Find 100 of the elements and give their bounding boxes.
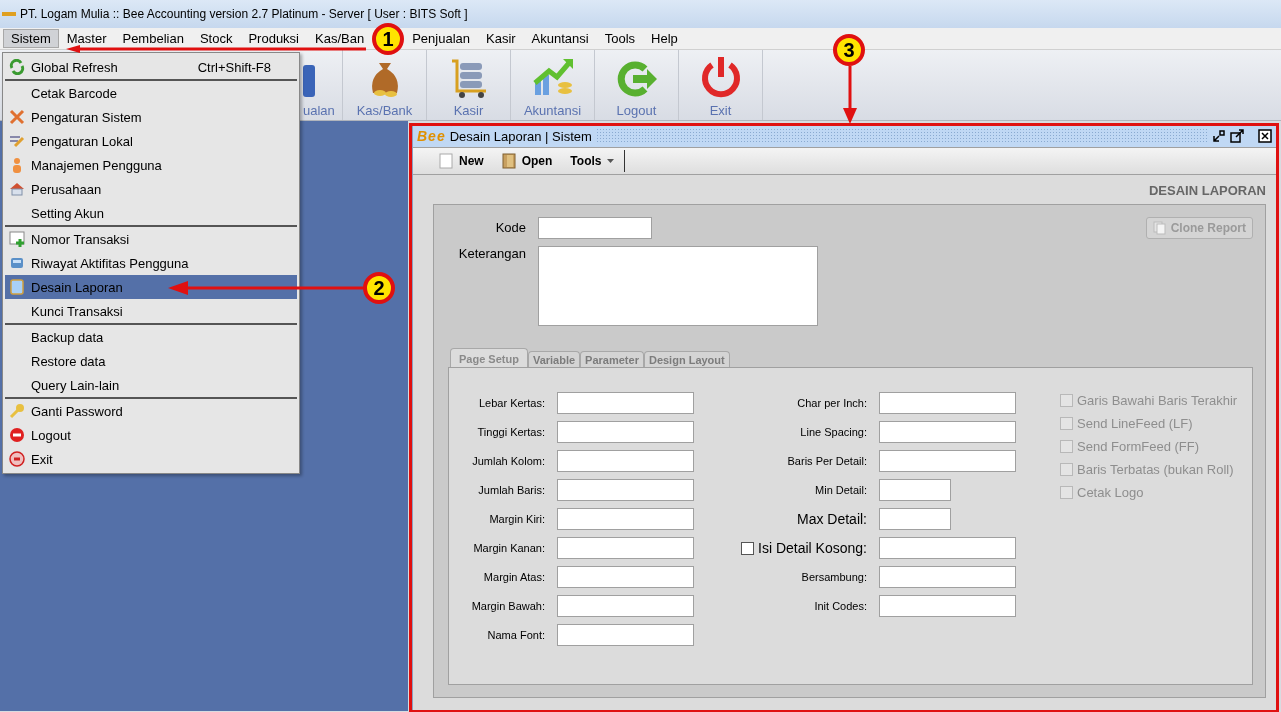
option-label: Garis Bawahi Baris Terakhir	[1077, 392, 1238, 408]
option-label: Baris Terbatas (bukan Roll)	[1077, 461, 1234, 477]
field-label: Margin Bawah:	[471, 600, 545, 612]
toolbar-button[interactable]: Tools	[562, 150, 626, 172]
field-label: Margin Kanan:	[473, 542, 545, 554]
number-callout: 3	[832, 33, 866, 67]
menu-item[interactable]: Logout	[5, 423, 297, 447]
no-entry-icon	[9, 427, 25, 443]
input-field[interactable]	[557, 450, 694, 472]
maximize-icon[interactable]	[1230, 129, 1244, 143]
input-field[interactable]	[879, 421, 1016, 443]
menu-item[interactable]: Setting Akun	[5, 201, 297, 227]
menu-item[interactable]: Ganti Password	[5, 399, 297, 423]
menu-item[interactable]: Riwayat Aktifitas Pengguna	[5, 251, 297, 275]
door-icon	[501, 153, 516, 169]
option-label: Send FormFeed (FF)	[1077, 438, 1200, 454]
menu-item[interactable]: Desain Laporan	[5, 275, 297, 299]
menu-item[interactable]: Nomor Transaksi	[5, 227, 297, 251]
menu-item[interactable]: Penjualan	[404, 29, 478, 48]
field-label: Min Detail:	[815, 484, 867, 496]
toolbar-button[interactable]: Open	[493, 153, 563, 169]
input-field[interactable]	[879, 508, 951, 530]
field-label: Bersambung:	[801, 571, 867, 583]
input-field[interactable]	[557, 595, 694, 617]
toolbar-button[interactable]: Kas/Bank	[343, 50, 427, 120]
field-label: Isi Detail Kosong:	[758, 540, 867, 556]
menu-item[interactable]: Query Lain-lain	[5, 373, 297, 399]
input-field[interactable]	[557, 624, 694, 646]
input-field[interactable]	[557, 537, 694, 559]
field-label: Kode	[495, 219, 526, 235]
input-field[interactable]	[879, 479, 951, 501]
menu-item[interactable]: Perusahaan	[5, 177, 297, 201]
menu-item[interactable]: Tools	[596, 29, 644, 48]
menu-item[interactable]: Kas/Ban	[307, 29, 373, 48]
field-label: Line Spacing:	[800, 426, 867, 438]
toolbar-button[interactable]: Akuntansi	[511, 50, 595, 120]
menu-item[interactable]: Akuntansi	[523, 29, 597, 48]
toolbar-button[interactable]: New	[431, 153, 494, 169]
house-icon	[9, 181, 25, 197]
app-icon	[2, 10, 16, 18]
menu-item[interactable]: Master	[58, 29, 115, 48]
close-icon[interactable]	[1258, 129, 1272, 143]
input-field[interactable]	[879, 450, 1016, 472]
menu-item[interactable]: Produksi	[240, 29, 307, 48]
copy-icon	[1152, 221, 1167, 235]
field-label: Jumlah Kolom:	[472, 455, 545, 467]
field-label: Baris Per Detail:	[787, 455, 867, 467]
field-label: Max Detail:	[796, 511, 867, 527]
toolbar-button[interactable]: ualan	[303, 50, 343, 120]
menu-item[interactable]: Manajemen Pengguna	[5, 153, 297, 177]
menu-item[interactable]: Kasir	[478, 29, 524, 48]
checkbox[interactable]	[741, 541, 755, 555]
option-label: Cetak Logo	[1077, 484, 1144, 500]
tools-icon	[9, 109, 25, 125]
bee-logo: Bee	[417, 128, 446, 144]
refresh-icon	[9, 59, 25, 75]
number-callout: 1	[371, 22, 406, 56]
menu-item[interactable]: Cetak Barcode	[5, 81, 297, 105]
toolbar-button[interactable]: Logout	[595, 50, 679, 120]
field-label: Keterangan	[458, 245, 526, 261]
menu-item[interactable]: Kunci Transaksi	[5, 299, 297, 325]
menu-item[interactable]: Sistem	[3, 29, 59, 48]
key-icon	[9, 403, 25, 419]
field-label: Nama Font:	[487, 629, 545, 641]
input-field[interactable]	[879, 595, 1016, 617]
history-icon	[9, 255, 25, 271]
input-field[interactable]	[879, 566, 1016, 588]
menu-item[interactable]: Pengaturan Lokal	[5, 129, 297, 153]
input-field[interactable]	[557, 421, 694, 443]
menu-item[interactable]: Backup data	[5, 325, 297, 349]
input-field[interactable]	[557, 508, 694, 530]
field-label: Tinggi Kertas:	[477, 426, 545, 438]
internal-window-title: Desain Laporan | Sistem	[449, 128, 592, 144]
input-field[interactable]	[879, 537, 1016, 559]
menu-item[interactable]: Stock	[191, 29, 241, 48]
text-area[interactable]	[538, 246, 818, 326]
input-field[interactable]	[557, 392, 694, 414]
blank-page-icon	[439, 153, 453, 169]
field-label: Jumlah Baris:	[478, 484, 545, 496]
edit-icon	[9, 133, 25, 149]
field-label: Margin Atas:	[483, 571, 545, 583]
add-document-icon	[9, 231, 25, 247]
power-icon	[9, 451, 25, 467]
input-field[interactable]	[879, 392, 1016, 414]
input-field[interactable]	[557, 566, 694, 588]
menu-item[interactable]: Pengaturan Sistem	[5, 105, 297, 129]
menu-item[interactable]: Global Refresh Ctrl+Shift-F8	[5, 55, 297, 81]
window-title: PT. Logam Mulia :: Bee Accounting version 2.7 Platinum - Server [ User : BITS Soft ]	[20, 7, 468, 21]
number-callout: 2	[362, 271, 396, 305]
field-label: Char per Inch:	[797, 397, 867, 409]
input-field[interactable]	[557, 479, 694, 501]
report-icon	[9, 279, 25, 295]
restore-icon[interactable]	[1212, 129, 1226, 143]
menu-item[interactable]: Help	[643, 29, 686, 48]
input-field[interactable]	[538, 217, 652, 239]
option-label: Send LineFeed (LF)	[1077, 415, 1193, 431]
arrow	[842, 66, 858, 124]
menu-item[interactable]: Restore data	[5, 349, 297, 373]
menu-item[interactable]: Exit	[5, 447, 297, 471]
menu-item[interactable]: Pembelian	[114, 29, 192, 48]
